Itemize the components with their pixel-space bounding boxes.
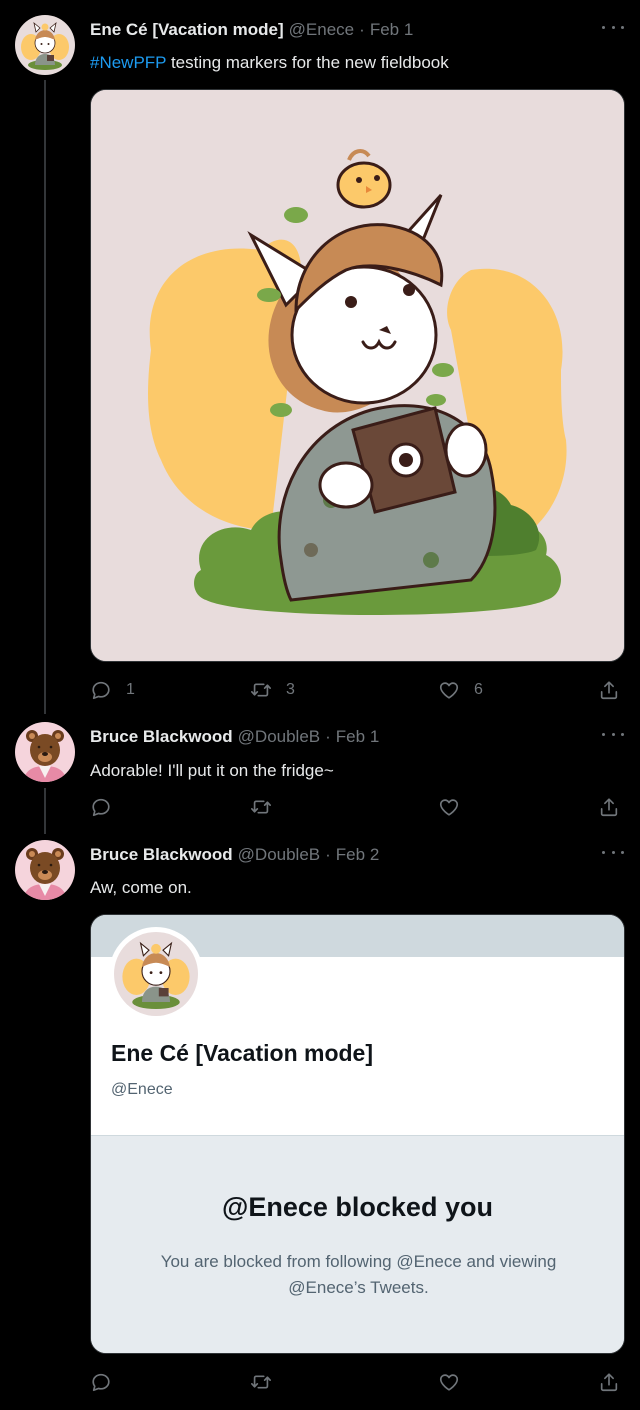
- share-icon: [598, 679, 620, 701]
- retweet-icon: [250, 796, 272, 818]
- avatar[interactable]: [15, 15, 75, 75]
- reply-icon: [90, 1371, 112, 1393]
- heart-icon: [438, 1371, 460, 1393]
- like-count: 6: [474, 681, 483, 698]
- author-name[interactable]: Bruce Blackwood: [90, 727, 233, 747]
- reply-count: 1: [126, 681, 135, 698]
- profile-handle: @Enece: [111, 1081, 173, 1098]
- separator: ·: [359, 20, 365, 39]
- like-button[interactable]: [438, 795, 460, 819]
- tweet-header: Bruce Blackwood @DoubleB · Feb 2: [90, 845, 379, 865]
- tweet-date[interactable]: Feb 1: [370, 20, 413, 40]
- retweet-count: 3: [286, 681, 295, 698]
- tweet-text: Aw, come on.: [90, 878, 192, 897]
- thread-line: [44, 788, 46, 834]
- author-handle[interactable]: @DoubleB: [238, 727, 320, 747]
- tweet-body: testing markers for the new fieldbook: [166, 53, 449, 72]
- reply-button[interactable]: 1: [90, 678, 135, 702]
- tweet-media-image[interactable]: [90, 89, 625, 662]
- profile-avatar[interactable]: [109, 927, 203, 1021]
- like-button[interactable]: [438, 1370, 460, 1394]
- retweet-button[interactable]: 3: [250, 678, 295, 702]
- share-button[interactable]: [598, 795, 620, 819]
- separator: ·: [325, 845, 331, 864]
- share-icon: [598, 1371, 620, 1393]
- thread-line: [44, 80, 46, 714]
- reply-button[interactable]: [90, 795, 112, 819]
- heart-icon: [438, 796, 460, 818]
- tweet-actions: [90, 795, 624, 819]
- tweet-text: #NewPFP testing markers for the new fiel…: [90, 53, 449, 73]
- avatar[interactable]: [15, 840, 75, 900]
- blocked-title: @Enece blocked you: [222, 1192, 493, 1222]
- tweet-actions: 1 3 6: [90, 678, 624, 702]
- tweet-actions: [90, 1370, 624, 1394]
- profile-name: Ene Cé [Vacation mode]: [111, 1040, 374, 1066]
- retweet-button[interactable]: [250, 1370, 272, 1394]
- hashtag-link[interactable]: #NewPFP: [90, 53, 166, 72]
- separator: ·: [325, 727, 331, 746]
- tweet-header: Bruce Blackwood @DoubleB · Feb 1: [90, 727, 379, 747]
- tweet-date[interactable]: Feb 2: [336, 845, 379, 865]
- share-button[interactable]: [598, 678, 620, 702]
- avatar[interactable]: [15, 722, 75, 782]
- more-icon[interactable]: [602, 729, 624, 739]
- blocked-description: You are blocked from following @Enece an…: [160, 1252, 557, 1297]
- like-button[interactable]: 6: [438, 678, 483, 702]
- author-name[interactable]: Ene Cé [Vacation mode]: [90, 20, 284, 40]
- share-button[interactable]: [598, 1370, 620, 1394]
- reply-icon: [90, 796, 112, 818]
- tweet-text: Adorable! I'll put it on the fridge~: [90, 761, 334, 780]
- author-handle[interactable]: @DoubleB: [238, 845, 320, 865]
- retweet-button[interactable]: [250, 795, 272, 819]
- more-icon[interactable]: [602, 22, 624, 32]
- author-name[interactable]: Bruce Blackwood: [90, 845, 233, 865]
- quoted-profile-card[interactable]: Ene Cé [Vacation mode] @Enece @Enece blo…: [90, 914, 625, 1354]
- tweet-header: Ene Cé [Vacation mode] @Enece · Feb 1: [90, 20, 413, 40]
- share-icon: [598, 796, 620, 818]
- heart-icon: [438, 679, 460, 701]
- reply-icon: [90, 679, 112, 701]
- reply-button[interactable]: [90, 1370, 112, 1394]
- more-icon[interactable]: [602, 847, 624, 857]
- blocked-notice: @Enece blocked you You are blocked from …: [91, 1135, 624, 1353]
- artwork-illustration: [91, 90, 624, 661]
- tweet-date[interactable]: Feb 1: [336, 727, 379, 747]
- retweet-icon: [250, 1371, 272, 1393]
- retweet-icon: [250, 679, 272, 701]
- author-handle[interactable]: @Enece: [289, 20, 354, 40]
